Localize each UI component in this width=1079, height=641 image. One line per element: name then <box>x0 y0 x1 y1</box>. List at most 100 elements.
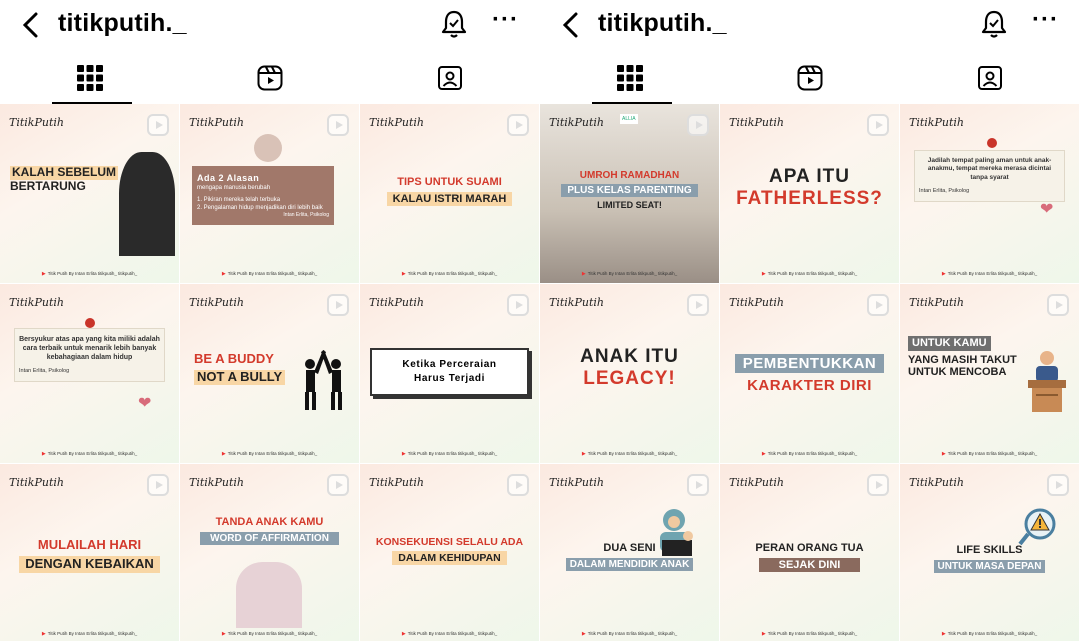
post-headline: MULAILAH HARI DENGAN KEBAIKAN <box>8 537 171 573</box>
woman-photo <box>236 562 302 628</box>
brand-logo: TitikPutih <box>729 476 784 489</box>
post-footer: Titik Putih By Intan Erlita titikputih_ … <box>180 631 359 637</box>
post-footer: Titik Putih By Intan Erlita titikputih_ … <box>900 451 1079 457</box>
tab-reels[interactable] <box>720 52 899 104</box>
brand-logo: TitikPutih <box>549 476 604 489</box>
brand-logo: TitikPutih <box>9 296 64 309</box>
post-tile[interactable]: TitikPutih PERAN ORANG TUA SEJAK DINI Ti… <box>720 464 899 641</box>
post-tile[interactable]: TitikPutih Bersyukur atas apa yang kita … <box>0 284 179 463</box>
profile-screen-left: titikputih._ ··· TitikPutih KALAH SEBELU… <box>0 0 539 641</box>
chevron-left-icon[interactable] <box>556 8 586 42</box>
post-tile[interactable]: TitikPutih MULAILAH HARI DENGAN KEBAIKAN… <box>0 464 179 641</box>
brand-logo: TitikPutih <box>909 296 964 309</box>
tab-grid[interactable] <box>540 52 719 104</box>
bell-icon[interactable] <box>979 8 1009 40</box>
tab-grid[interactable] <box>0 52 179 104</box>
more-options-icon[interactable]: ··· <box>492 6 519 34</box>
brand-logo: TitikPutih <box>9 116 64 129</box>
brand-logo: TitikPutih <box>909 476 964 489</box>
quote-card: Ada 2 Alasan mengapa manusia berubah 1. … <box>192 166 334 226</box>
profile-screen-right: titikputih._ ··· TitikPutih ALLIA UMROH … <box>540 0 1079 641</box>
tagged-icon <box>977 66 1002 90</box>
reel-badge-icon <box>327 114 349 136</box>
post-tile[interactable]: TitikPutih ANAK ITU LEGACY! Titik Putih … <box>540 284 719 463</box>
post-footer: Titik Putih By Intan Erlita titikputih_ … <box>900 271 1079 277</box>
post-footer: Titik Putih By Intan Erlita titikputih_ … <box>720 451 899 457</box>
post-tile[interactable]: TitikPutih KONSEKUENSI SELALU ADA DALAM … <box>360 464 539 641</box>
post-headline: ANAK ITU LEGACY! <box>580 346 679 389</box>
post-headline: Ketika Perceraian Harus Terjadi <box>370 348 529 396</box>
top-bar: titikputih._ ··· <box>0 0 539 50</box>
reel-badge-icon <box>147 474 169 496</box>
tab-tagged[interactable] <box>360 52 539 104</box>
post-footer: Titik Putih By Intan Erlita titikputih_ … <box>720 271 899 277</box>
post-headline: KALAH SEBELUM BERTARUNG <box>10 165 118 193</box>
top-bar: titikputih._ ··· <box>540 0 1079 50</box>
reel-badge-icon <box>1047 294 1069 316</box>
heart-icon: ❤ <box>1040 201 1054 218</box>
reel-badge-icon <box>687 114 709 136</box>
post-tile[interactable]: TitikPutih APA ITU FATHERLESS? Titik Put… <box>720 104 899 283</box>
post-headline: UNTUK KAMU YANG MASIH TAKUT UNTUK MENCOB… <box>908 336 1017 379</box>
quote-note: Jadilah tempat paling aman untuk anak-an… <box>914 150 1065 203</box>
post-footer: Titik Putih By Intan Erlita titikputih_ … <box>360 631 539 637</box>
post-footer: Titik Putih By Intan Erlita titikputih_ … <box>720 631 899 637</box>
reel-badge-icon <box>1047 474 1069 496</box>
pin-icon <box>987 138 997 148</box>
chevron-left-icon[interactable] <box>16 8 46 42</box>
post-footer: Titik Putih By Intan Erlita titikputih_ … <box>540 451 719 457</box>
brand-logo: TitikPutih <box>549 116 604 129</box>
post-tile[interactable]: TitikPutih KALAH SEBELUM BERTARUNG Titik… <box>0 104 179 283</box>
speaker-podium-icon <box>1028 351 1066 412</box>
post-tile[interactable]: TitikPutih DUA SENI DALAM MENDIDIK ANAK … <box>540 464 719 641</box>
brand-logo: TitikPutih <box>369 116 424 129</box>
author-avatar <box>254 134 282 162</box>
post-tile[interactable]: TitikPutih Ada 2 Alasan mengapa manusia … <box>180 104 359 283</box>
post-headline: TIPS UNTUK SUAMI KALAU ISTRI MARAH <box>368 176 531 207</box>
post-headline: PEMBENTUKKAN KARAKTER DIRI <box>722 354 897 395</box>
post-footer: Titik Putih By Intan Erlita titikputih_ … <box>0 271 179 277</box>
brand-logo: TitikPutih <box>369 476 424 489</box>
speaker-photo <box>119 152 175 256</box>
brand-logo: TitikPutih <box>9 476 64 489</box>
sponsor-badge: ALLIA <box>620 114 638 124</box>
pin-icon <box>85 318 95 328</box>
reel-badge-icon <box>327 294 349 316</box>
post-tile[interactable]: TitikPutih PEMBENTUKKAN KARAKTER DIRI Ti… <box>720 284 899 463</box>
post-footer: Titik Putih By Intan Erlita titikputih_ … <box>900 631 1079 637</box>
post-headline: LIFE SKILLS UNTUK MASA DEPAN <box>908 544 1071 574</box>
post-tile[interactable]: TitikPutih UNTUK KAMU YANG MASIH TAKUT U… <box>900 284 1079 463</box>
post-tile[interactable]: TitikPutih Ketika Perceraian Harus Terja… <box>360 284 539 463</box>
profile-tabs <box>540 52 1079 104</box>
post-tile[interactable]: TitikPutih TANDA ANAK KAMU WORD OF AFFIR… <box>180 464 359 641</box>
post-headline: DUA SENI DALAM MENDIDIK ANAK <box>542 542 717 572</box>
reel-badge-icon <box>507 114 529 136</box>
tab-tagged[interactable] <box>900 52 1079 104</box>
post-tile[interactable]: TitikPutih LIFE SKILLS UNTUK MASA DEPAN … <box>900 464 1079 641</box>
post-tile[interactable]: TitikPutih TIPS UNTUK SUAMI KALAU ISTRI … <box>360 104 539 283</box>
tab-reels[interactable] <box>180 52 359 104</box>
profile-tabs <box>0 52 539 104</box>
grid-icon <box>616 65 643 91</box>
quote-note: Bersyukur atas apa yang kita miliki adal… <box>14 328 165 383</box>
post-tile[interactable]: TitikPutih ALLIA UMROH RAMADHAN PLUS KEL… <box>540 104 719 283</box>
more-options-icon[interactable]: ··· <box>1032 6 1059 34</box>
post-footer: Titik Putih By Intan Erlita titikputih_ … <box>360 451 539 457</box>
reel-badge-icon <box>867 294 889 316</box>
post-footer: Titik Putih By Intan Erlita titikputih_ … <box>180 451 359 457</box>
post-headline: UMROH RAMADHAN PLUS KELAS PARENTING LIMI… <box>544 170 715 210</box>
brand-logo: TitikPutih <box>909 116 964 129</box>
reel-badge-icon <box>507 474 529 496</box>
high-five-figures-icon <box>305 350 342 410</box>
bell-icon[interactable] <box>439 8 469 40</box>
post-headline: BE A BUDDY NOT A BULLY <box>194 351 286 385</box>
post-footer: Titik Putih By Intan Erlita titikputih_ … <box>540 271 719 277</box>
post-headline: APA ITU FATHERLESS? <box>736 166 883 209</box>
reel-badge-icon <box>867 114 889 136</box>
post-tile[interactable]: TitikPutih BE A BUDDY NOT A BULLY Titik … <box>180 284 359 463</box>
post-footer: Titik Putih By Intan Erlita titikputih_ … <box>0 451 179 457</box>
brand-logo: TitikPutih <box>189 296 244 309</box>
post-tile[interactable]: TitikPutih Jadilah tempat paling aman un… <box>900 104 1079 283</box>
brand-logo: TitikPutih <box>729 116 784 129</box>
heart-icon: ❤ <box>138 395 152 412</box>
